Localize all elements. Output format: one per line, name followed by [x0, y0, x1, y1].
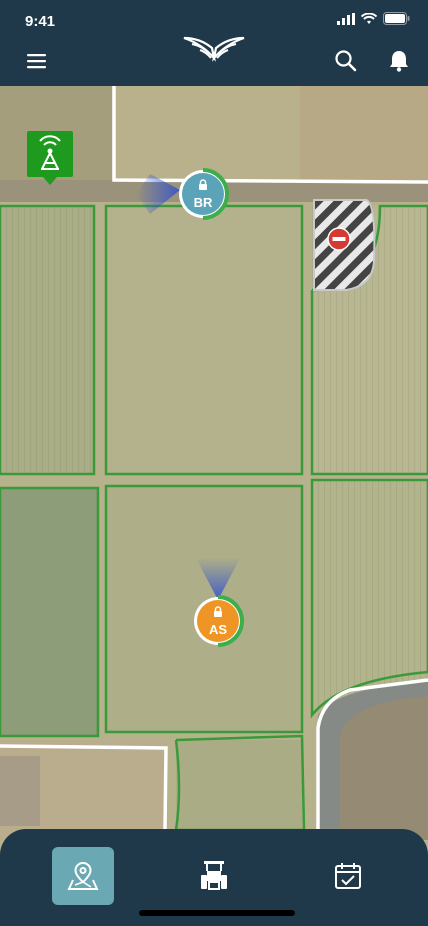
search-icon[interactable] — [333, 48, 359, 74]
marker-label: BR — [193, 194, 213, 210]
calendar-check-icon — [335, 863, 361, 889]
marker-label: AS — [208, 621, 228, 637]
map-pin-icon — [67, 861, 99, 890]
wings-logo-icon — [183, 36, 245, 62]
equipment-marker-br[interactable]: BR — [177, 168, 229, 220]
equipment-marker-as[interactable]: AS — [192, 595, 244, 647]
status-time: 9:41 — [25, 13, 56, 30]
bottom-nav — [0, 829, 428, 926]
radio-tower-icon[interactable] — [25, 129, 75, 189]
tractor-icon — [201, 861, 227, 890]
no-entry-icon[interactable] — [327, 227, 351, 251]
battery-icon — [383, 12, 410, 25]
nav-tasks-button[interactable] — [317, 847, 379, 905]
home-indicator — [139, 910, 295, 916]
app-header: 9:41 — [0, 0, 428, 86]
lock-icon — [213, 605, 223, 620]
bell-icon[interactable] — [386, 48, 412, 74]
status-icons — [337, 12, 410, 25]
hamburger-menu-icon[interactable] — [24, 50, 50, 72]
signal-icon — [337, 12, 355, 25]
nav-map-button[interactable] — [52, 847, 114, 905]
marker-badge: BR — [182, 173, 224, 215]
marker-badge: AS — [197, 600, 239, 642]
wifi-icon — [361, 12, 377, 24]
lock-icon — [198, 178, 208, 193]
nav-equipment-button[interactable] — [183, 847, 245, 905]
